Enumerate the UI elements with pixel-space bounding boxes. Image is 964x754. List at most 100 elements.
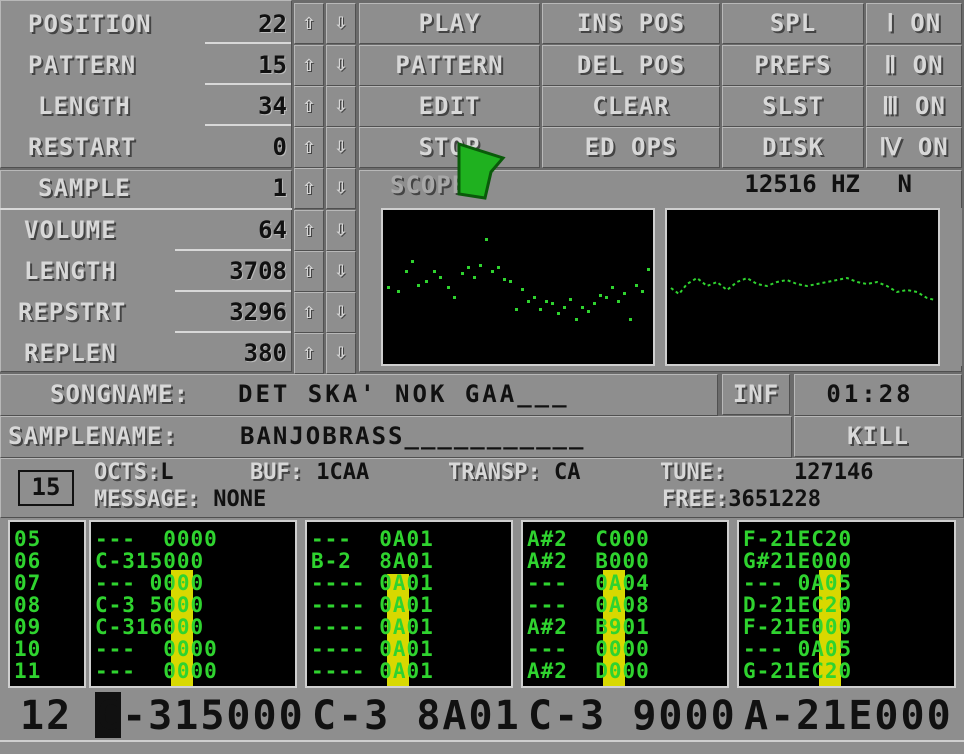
- kill-button[interactable]: KILL: [794, 416, 962, 457]
- channel1-cell[interactable]: --- 0000: [95, 660, 218, 682]
- samplename-value[interactable]: BANJOBRASS___________: [240, 417, 780, 456]
- channel2-cell[interactable]: ---- 0A01: [311, 616, 434, 638]
- length-down-arrow[interactable]: ⇩: [326, 86, 356, 127]
- sample-up-arrow[interactable]: ⇧: [294, 168, 324, 209]
- replen-up-arrow[interactable]: ⇧: [294, 333, 324, 374]
- disk-button[interactable]: DISK: [722, 127, 864, 168]
- channel2-toggle[interactable]: Ⅱ ON: [866, 45, 962, 86]
- pattern-underline: [205, 83, 291, 85]
- song-time: 01:28: [826, 380, 914, 408]
- repstrt-up-arrow[interactable]: ⇧: [294, 292, 324, 333]
- replen-down-arrow[interactable]: ⇩: [326, 333, 356, 374]
- tune-value: 127146: [794, 460, 874, 485]
- songname-value[interactable]: DET SKA' NOK GAA___: [238, 375, 708, 414]
- channel4-cell[interactable]: D-21EC20: [743, 594, 852, 616]
- spl-button[interactable]: SPL: [722, 3, 864, 44]
- channel3-cell[interactable]: --- 0A08: [527, 594, 650, 616]
- channel2-cell[interactable]: --- 0A01: [311, 528, 434, 550]
- channel3-cell[interactable]: A#2 D000: [527, 660, 650, 682]
- channel2-cell[interactable]: ---- 0A01: [311, 594, 434, 616]
- del-pos-button[interactable]: DEL POS: [542, 45, 720, 86]
- channel4-cell[interactable]: G-21EC20: [743, 660, 852, 682]
- repstrt-value[interactable]: 3296: [175, 293, 287, 332]
- play-button[interactable]: PLAY: [359, 3, 540, 44]
- position-up-arrow[interactable]: ⇧: [294, 3, 324, 44]
- restart-up-arrow[interactable]: ⇧: [294, 127, 324, 168]
- octs-value[interactable]: L: [160, 460, 173, 485]
- pattern-down-arrow[interactable]: ⇩: [326, 45, 356, 86]
- channel2-cell[interactable]: ---- 0A01: [311, 572, 434, 594]
- scope-right-channel: [665, 208, 940, 366]
- repstrt-underline: [175, 331, 291, 333]
- channel1-cell[interactable]: --- 0000: [95, 638, 218, 660]
- sample-length-down-arrow[interactable]: ⇩: [326, 251, 356, 292]
- scope-label[interactable]: SCOPE: [390, 165, 467, 206]
- current-row-channel4[interactable]: A-21E000: [744, 694, 953, 738]
- channel4-cell[interactable]: G#21E000: [743, 550, 852, 572]
- sample-length-up-arrow[interactable]: ⇧: [294, 251, 324, 292]
- channel4-track[interactable]: F-21EC20 G#21E000 --- 0A05 D-21EC20 F-21…: [737, 520, 956, 688]
- channel3-toggle[interactable]: Ⅲ ON: [866, 86, 962, 127]
- channel4-cell[interactable]: --- 0A05: [743, 638, 852, 660]
- channel3-cell[interactable]: A#2 C000: [527, 528, 650, 550]
- length-value[interactable]: 34: [205, 87, 287, 126]
- pattern-value[interactable]: 15: [205, 46, 287, 85]
- sample-down-arrow[interactable]: ⇩: [326, 168, 356, 209]
- current-row-channel3[interactable]: C-3 9000: [528, 694, 737, 738]
- channel1-track[interactable]: --- 0000 C-315000 --- 0000 C-3 5000 C-31…: [89, 520, 297, 688]
- position-underline: [205, 42, 291, 44]
- sample-value[interactable]: 1: [205, 169, 287, 208]
- buf-value[interactable]: 1CAA: [316, 460, 369, 485]
- channel4-toggle[interactable]: Ⅳ ON: [866, 127, 962, 168]
- restart-value[interactable]: 0: [205, 128, 287, 167]
- channel3-cell[interactable]: --- 0000: [527, 638, 650, 660]
- position-down-arrow[interactable]: ⇩: [326, 3, 356, 44]
- restart-label: RESTART: [28, 133, 137, 161]
- length-up-arrow[interactable]: ⇧: [294, 86, 324, 127]
- channel1-cell[interactable]: --- 0000: [95, 572, 204, 594]
- inf-button[interactable]: INF: [722, 374, 790, 415]
- pattern-up-arrow[interactable]: ⇧: [294, 45, 324, 86]
- ins-pos-button[interactable]: INS POS: [542, 3, 720, 44]
- current-row-number: 12: [20, 693, 73, 739]
- row-number: 06: [14, 549, 42, 573]
- volume-up-arrow[interactable]: ⇧: [294, 210, 324, 251]
- ed-ops-button[interactable]: ED OPS: [542, 127, 720, 168]
- pattern-button[interactable]: PATTERN: [359, 45, 540, 86]
- restart-down-arrow[interactable]: ⇩: [326, 127, 356, 168]
- channel1-cell[interactable]: --- 0000: [95, 528, 218, 550]
- channel3-cell[interactable]: --- 0A04: [527, 572, 650, 594]
- edit-button[interactable]: EDIT: [359, 86, 540, 127]
- channel1-cell[interactable]: C-315000: [95, 550, 204, 572]
- channel2-track[interactable]: --- 0A01 B-2 8A01 ---- 0A01 ---- 0A01 --…: [305, 520, 513, 688]
- channel2-cell[interactable]: ---- 0A01: [311, 638, 434, 660]
- transp-value[interactable]: CA: [554, 460, 581, 485]
- position-value[interactable]: 22: [205, 5, 287, 44]
- channel4-cell[interactable]: --- 0A05: [743, 572, 852, 594]
- channel1-cell[interactable]: C-3 5000: [95, 594, 204, 616]
- channel3-cell[interactable]: A#2 B901: [527, 616, 650, 638]
- current-row-channel1[interactable]: C-315000: [96, 694, 305, 738]
- current-row-channel2[interactable]: C-3 8A01: [312, 694, 521, 738]
- stop-button[interactable]: STOP: [359, 127, 540, 168]
- clear-button[interactable]: CLEAR: [542, 86, 720, 127]
- channel3-track[interactable]: A#2 C000 A#2 B000 --- 0A04 --- 0A08 A#2 …: [521, 520, 729, 688]
- row-number: 05: [14, 527, 42, 551]
- sample-length-value[interactable]: 3708: [175, 252, 287, 291]
- slst-button[interactable]: SLST: [722, 86, 864, 127]
- channel2-cell[interactable]: ---- 0A01: [311, 660, 434, 682]
- channel4-cell[interactable]: F-21EC20: [743, 528, 852, 550]
- scope-left-channel: [381, 208, 655, 366]
- volume-value[interactable]: 64: [175, 211, 287, 250]
- channel2-cell[interactable]: B-2 8A01: [311, 550, 434, 572]
- channel1-toggle[interactable]: Ⅰ ON: [866, 3, 962, 44]
- replen-value[interactable]: 380: [175, 334, 287, 373]
- repstrt-down-arrow[interactable]: ⇩: [326, 292, 356, 333]
- prefs-button[interactable]: PREFS: [722, 45, 864, 86]
- channel3-cell[interactable]: A#2 B000: [527, 550, 650, 572]
- scope-frequency: 12516 HZ: [744, 170, 860, 198]
- volume-down-arrow[interactable]: ⇩: [326, 210, 356, 251]
- channel4-cell[interactable]: F-21E000: [743, 616, 852, 638]
- tune-label: TUNE:: [660, 460, 727, 485]
- channel1-cell[interactable]: C-316000: [95, 616, 204, 638]
